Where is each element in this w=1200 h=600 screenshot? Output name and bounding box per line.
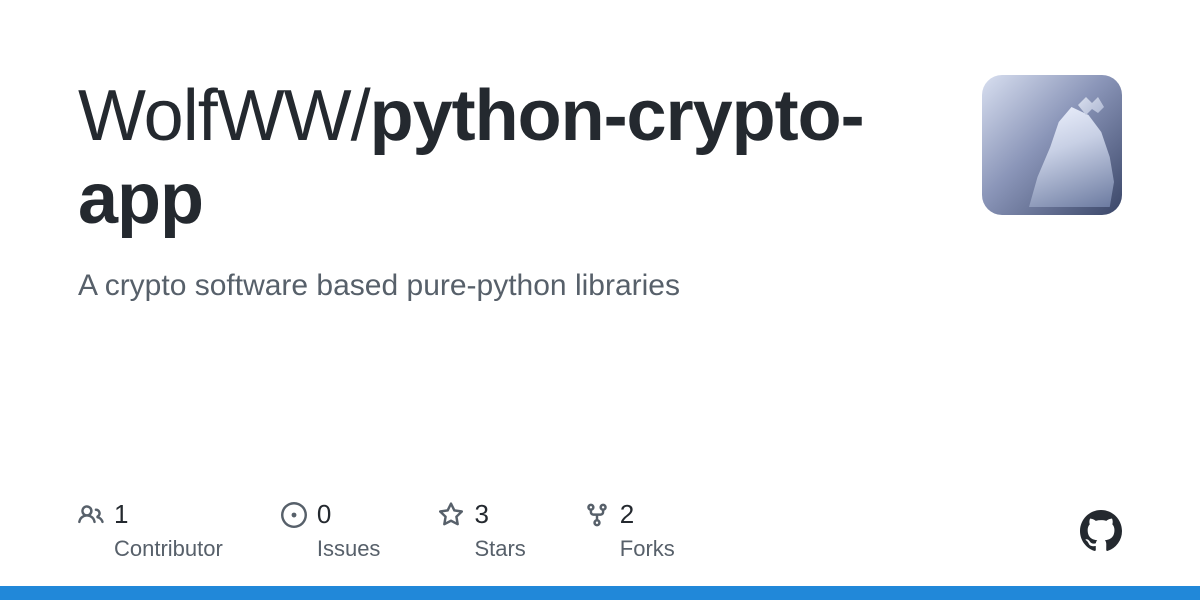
slash-separator: /: [351, 76, 370, 156]
fork-icon: [584, 502, 610, 528]
repo-info: WolfWW/python-crypto-app A crypto softwa…: [78, 75, 942, 303]
issues-label: Issues: [317, 536, 381, 562]
owner-avatar[interactable]: [982, 75, 1122, 215]
github-logo-icon[interactable]: [1080, 510, 1122, 552]
forks-label: Forks: [620, 536, 675, 562]
repo-card: WolfWW/python-crypto-app A crypto softwa…: [0, 0, 1200, 303]
contributors-count: 1: [114, 499, 128, 530]
stats-bar: 1 Contributor 0 Issues 3 Stars: [78, 499, 1122, 562]
stat-issues[interactable]: 0 Issues: [281, 499, 381, 562]
repo-description: A crypto software based pure-python libr…: [78, 269, 942, 303]
stars-label: Stars: [474, 536, 525, 562]
forks-count: 2: [620, 499, 634, 530]
issues-count: 0: [317, 499, 331, 530]
issue-icon: [281, 502, 307, 528]
stat-stars[interactable]: 3 Stars: [438, 499, 525, 562]
repo-owner[interactable]: WolfWW: [78, 76, 351, 156]
accent-bar: [0, 586, 1200, 600]
stars-count: 3: [474, 499, 488, 530]
star-icon: [438, 502, 464, 528]
people-icon: [78, 502, 104, 528]
repo-title: WolfWW/python-crypto-app: [78, 75, 942, 241]
stat-contributors[interactable]: 1 Contributor: [78, 499, 223, 562]
stat-forks[interactable]: 2 Forks: [584, 499, 675, 562]
stats-list: 1 Contributor 0 Issues 3 Stars: [78, 499, 675, 562]
contributors-label: Contributor: [114, 536, 223, 562]
